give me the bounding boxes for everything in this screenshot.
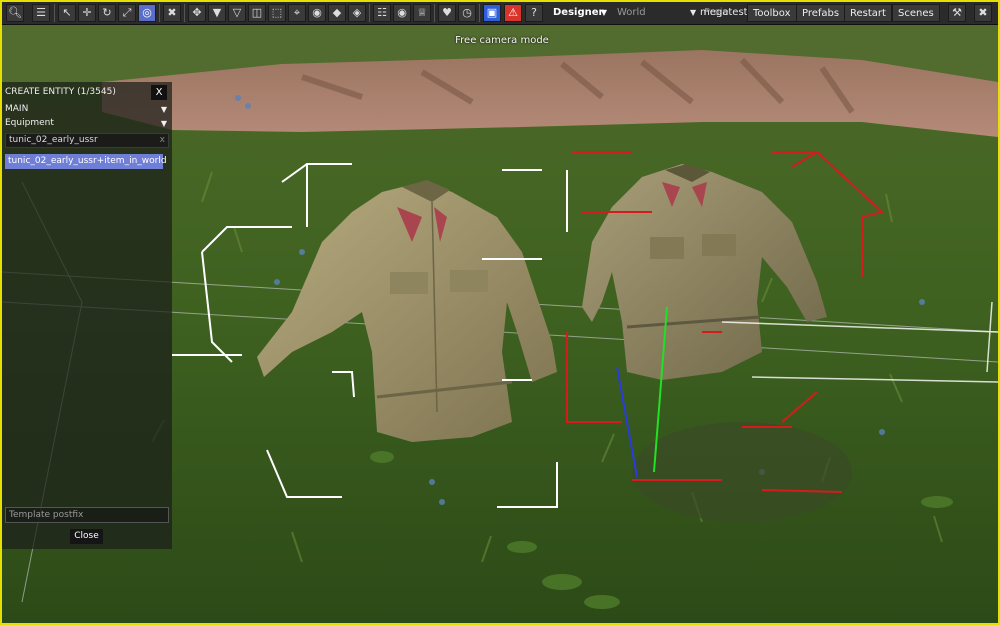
category-label: MAIN: [5, 104, 29, 114]
help-icon[interactable]: ?: [525, 4, 543, 22]
eye-icon[interactable]: ◉: [393, 4, 411, 22]
panel-title: CREATE ENTITY (1/3545): [5, 87, 116, 97]
toolbox-button[interactable]: Toolbox: [747, 4, 797, 22]
timer-icon[interactable]: ◷: [458, 4, 476, 22]
menu-icon[interactable]: ☰: [32, 4, 50, 22]
camera-icon[interactable]: ◎: [138, 4, 156, 22]
wrench-icon[interactable]: ⚒: [948, 4, 966, 22]
top-toolbar: 🔍︎ ☰ ↖ ✛ ↻ ⤢ ◎ ✖ ✥ ▼ ▽ ◫ ⬚ ⌖ ◉ ◆ ◈ ☷ ◉ ♕…: [2, 2, 998, 25]
subcategory-dropdown[interactable]: Equipment ▼: [5, 117, 170, 130]
select-arrow-icon[interactable]: ↖: [58, 4, 76, 22]
target-icon[interactable]: ⌖: [288, 4, 306, 22]
app-frame: 🔍︎ ☰ ↖ ✛ ↻ ⤢ ◎ ✖ ✥ ▼ ▽ ◫ ⬚ ⌖ ◉ ◆ ◈ ☷ ◉ ♕…: [0, 0, 1000, 625]
chevron-down-icon: ▼: [160, 105, 167, 114]
heart-icon[interactable]: ♥: [438, 4, 456, 22]
close-icon[interactable]: ✖: [974, 4, 992, 22]
cut-icon[interactable]: ✖: [163, 4, 181, 22]
mode-dropdown[interactable]: Designer ▼: [548, 4, 610, 22]
panel-close-x-button[interactable]: X: [151, 85, 167, 100]
template-postfix-input[interactable]: Template postfix: [5, 507, 169, 523]
subcategory-label: Equipment: [5, 118, 54, 128]
create-entity-panel: CREATE ENTITY (1/3545) X MAIN ▼ Equipmen…: [2, 82, 172, 549]
mode-value: Designer: [553, 7, 604, 18]
document-icon[interactable]: ☷: [373, 4, 391, 22]
move-cross-icon[interactable]: ✥: [188, 4, 206, 22]
axis-icon[interactable]: ◈: [348, 4, 366, 22]
warning-icon[interactable]: ⚠: [504, 4, 522, 22]
mirror-icon[interactable]: ◫: [248, 4, 266, 22]
crown-icon[interactable]: ♕: [413, 4, 431, 22]
pivot-icon[interactable]: ◉: [308, 4, 326, 22]
entity-search-input[interactable]: tunic_02_early_ussr x: [5, 133, 169, 148]
rotate-icon[interactable]: ↻: [98, 4, 116, 22]
restart-button[interactable]: Restart: [844, 4, 892, 22]
search-value: tunic_02_early_ussr: [9, 135, 98, 145]
user-name: megatest: [700, 7, 748, 18]
save-icon[interactable]: ▣: [483, 4, 501, 22]
user-dropdown[interactable]: ▼ Proje megatest: [690, 4, 748, 22]
move-icon[interactable]: ✛: [78, 4, 96, 22]
clear-search-icon[interactable]: x: [160, 134, 165, 147]
snap-icon[interactable]: ⬚: [268, 4, 286, 22]
scenes-button[interactable]: Scenes: [892, 4, 940, 22]
diamond-icon[interactable]: ◆: [328, 4, 346, 22]
entity-result-item[interactable]: tunic_02_early_ussr+item_in_world: [5, 154, 167, 169]
chevron-down-icon: ▼: [690, 8, 697, 17]
category-dropdown[interactable]: MAIN ▼: [5, 103, 170, 116]
chevron-down-icon: ▼: [600, 8, 607, 17]
chevron-down-icon: ▼: [160, 119, 167, 128]
search-icon[interactable]: 🔍︎: [6, 4, 24, 22]
drop-icon[interactable]: ▼: [208, 4, 226, 22]
scale-icon[interactable]: ⤢: [118, 4, 136, 22]
close-button[interactable]: Close: [70, 529, 103, 544]
world-label: World: [617, 7, 646, 18]
drop-outline-icon[interactable]: ▽: [228, 4, 246, 22]
prefabs-button[interactable]: Prefabs: [796, 4, 846, 22]
free-camera-hint: Free camera mode: [455, 35, 549, 46]
